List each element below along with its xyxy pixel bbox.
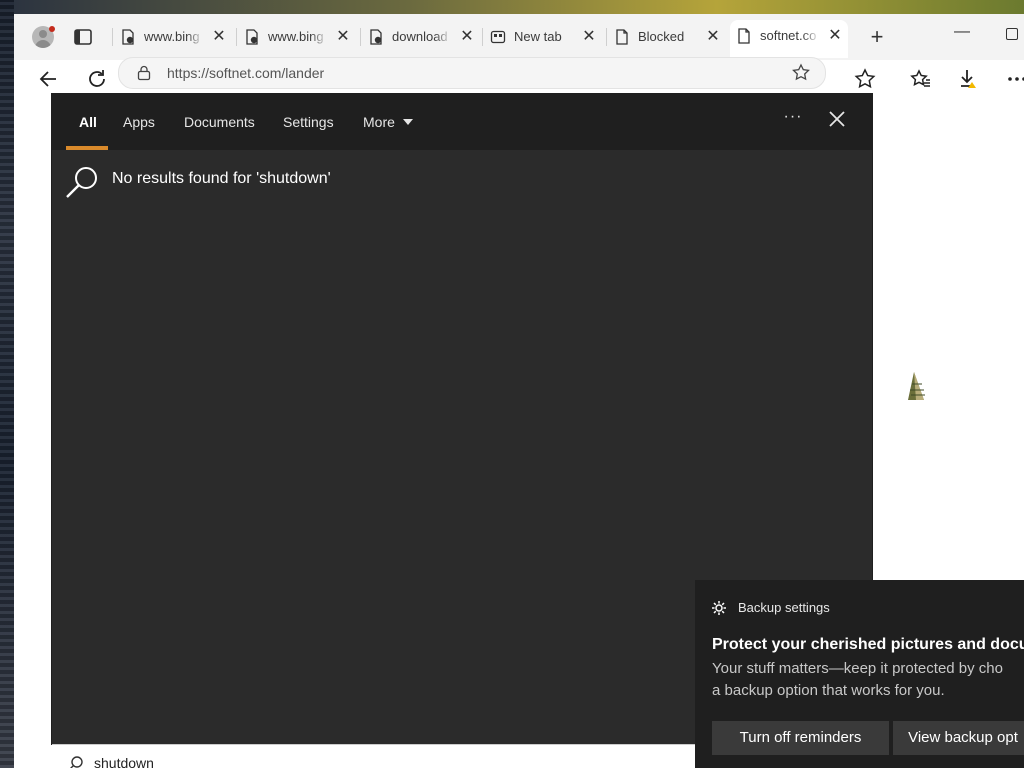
tab-separator [236,28,237,46]
close-icon[interactable]: ✕ [458,28,476,46]
lock-icon [137,65,151,81]
favorites-icon [910,69,930,87]
desktop-tree-icon [906,368,930,402]
desktop-left-strip [0,0,14,768]
toast-title: Protect your cherished pictures and docu… [712,636,1024,653]
turn-off-reminders-button[interactable]: Turn off reminders [712,721,889,755]
page-icon [370,29,382,45]
close-icon[interactable]: ✕ [826,27,844,45]
taskbar-search-box[interactable]: shutdown [52,744,696,768]
tab-more[interactable]: More [363,114,395,130]
close-icon[interactable]: ✕ [580,28,598,46]
tab-separator [482,28,483,46]
tab-label: Blocked [638,29,685,44]
address-bar[interactable]: https://softnet.com/lander [118,57,826,89]
desktop-top-strip [0,0,1024,14]
page-icon [246,29,258,45]
page-icon [616,29,628,45]
tab-actions-icon [74,29,92,45]
tab-separator [112,28,113,46]
favorite-star-icon[interactable] [791,63,811,83]
page-icon [738,28,750,44]
favorites-add-button[interactable] [852,66,878,92]
tab-all[interactable]: All [79,114,97,130]
tab-separator [360,28,361,46]
tab-4[interactable]: New tab ✕ [484,22,602,52]
notification-dot [49,26,55,32]
search-scope-header: All Apps Documents Settings More ··· [52,94,872,150]
toast-body: Your stuff matters—keep it protected by … [712,658,1024,702]
more-menu-button[interactable] [1004,66,1024,92]
tab-settings[interactable]: Settings [283,114,334,130]
tab-label: New tab [514,29,562,44]
star-icon [854,68,876,89]
tab-separator [606,28,607,46]
newtab-icon [490,30,506,44]
search-query: shutdown [94,755,154,768]
tab-3[interactable]: download ✕ [362,22,480,52]
toast-app-name: Backup settings [738,600,830,615]
no-results-message: No results found for 'shutdown' [112,170,331,187]
close-icon[interactable]: ✕ [210,28,228,46]
page-icon [122,29,134,45]
tab-6-active[interactable]: softnet.co ✕ [730,20,848,58]
new-tab-button[interactable]: + [866,26,888,48]
favorites-button[interactable] [908,66,934,92]
toast-body-line: a backup option that works for you. [712,682,945,699]
search-icon [66,167,97,198]
back-button[interactable] [36,66,62,92]
tab-label: www.bing [268,29,324,44]
close-icon[interactable]: ✕ [334,28,352,46]
active-tab-indicator [66,146,108,150]
tab-label: softnet.co [760,28,817,43]
minimize-button[interactable]: — [952,22,972,42]
refresh-icon [89,70,105,87]
tab-apps[interactable]: Apps [123,114,155,130]
maximize-button[interactable] [1006,28,1018,40]
close-icon[interactable]: ✕ [704,28,722,46]
view-backup-options-button[interactable]: View backup opt [893,721,1024,755]
tab-label: www.bing [144,29,200,44]
download-icon [961,70,976,88]
ellipsis-icon [1008,77,1024,81]
tab-1[interactable]: www.bing ✕ [114,22,232,52]
gear-icon [712,601,726,615]
tab-5[interactable]: Blocked ✕ [608,22,726,52]
toast-body-line: Your stuff matters—keep it protected by … [712,660,1003,677]
options-ellipsis-icon[interactable]: ··· [782,108,804,130]
url-text: https://softnet.com/lander [167,65,325,81]
tab-bar: www.bing ✕ www.bing ✕ download ✕ New tab… [14,14,1024,60]
tab-actions-button[interactable] [72,26,94,48]
profile-button[interactable] [28,24,58,50]
search-icon [70,756,83,768]
chevron-down-icon [403,119,413,125]
close-icon[interactable] [826,108,848,130]
tab-documents[interactable]: Documents [184,114,255,130]
back-arrow-icon [39,71,56,87]
tab-2[interactable]: www.bing ✕ [238,22,356,52]
no-results-row: No results found for 'shutdown' [64,164,764,204]
tab-label: download [392,29,448,44]
downloads-button[interactable] [956,66,982,92]
refresh-button[interactable] [84,66,110,92]
backup-toast-notification: Backup settings Protect your cherished p… [695,580,1024,768]
